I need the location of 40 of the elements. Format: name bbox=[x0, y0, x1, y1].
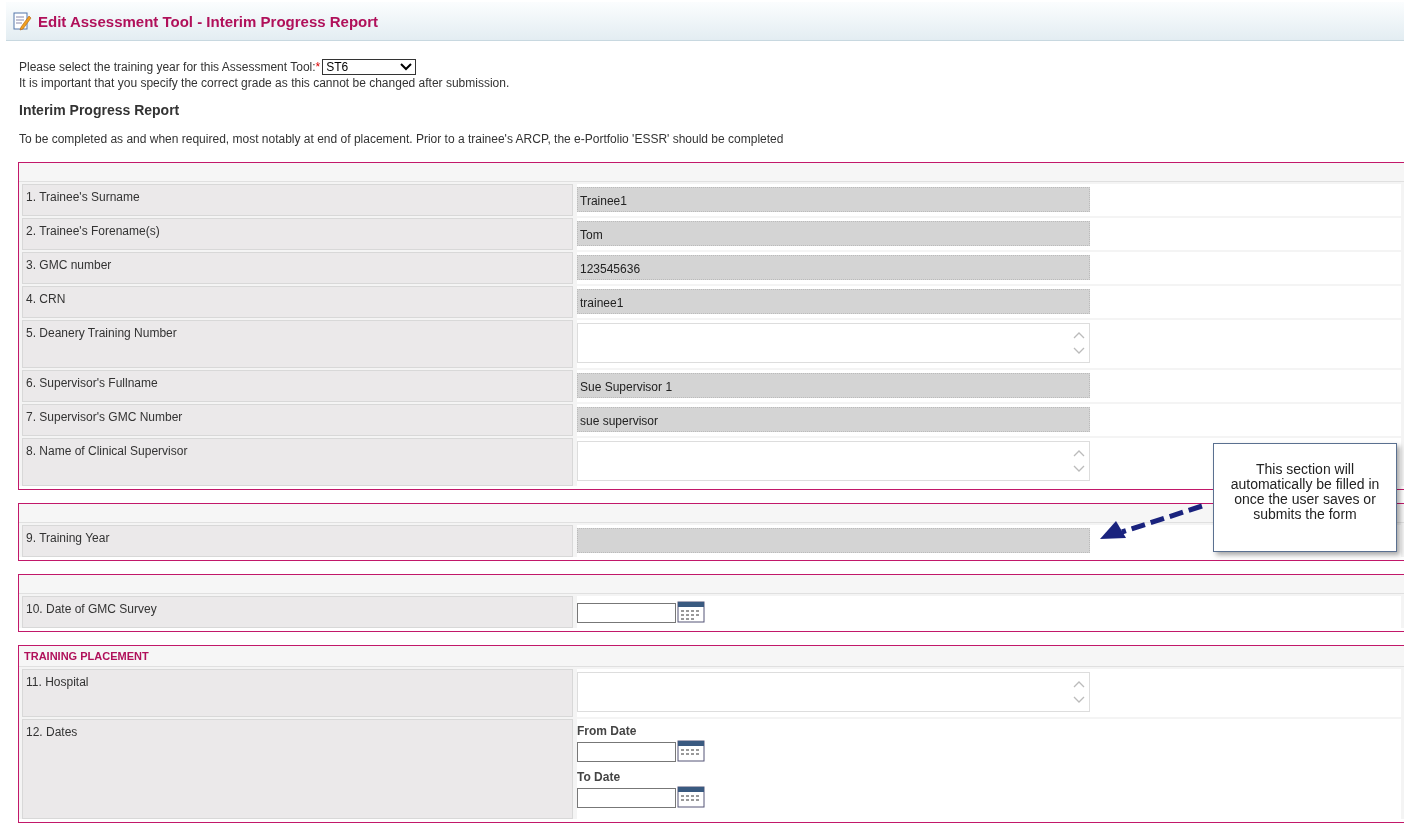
year-select[interactable]: ST6 bbox=[322, 59, 417, 75]
report-heading: Interim Progress Report bbox=[19, 102, 181, 118]
scroll-arrows-icon bbox=[1073, 448, 1085, 474]
required-mark: * bbox=[315, 60, 321, 74]
year-prompt: Please select the training year for this Assessment Tool: bbox=[19, 60, 316, 74]
readonly-field: sue supervisor bbox=[577, 407, 1090, 432]
date-field[interactable] bbox=[577, 788, 676, 808]
page-title: Edit Assessment Tool - Interim Progress Report bbox=[38, 12, 379, 30]
scroll-arrows-icon bbox=[1073, 330, 1085, 356]
field-label: 8. Name of Clinical Supervisor bbox=[22, 438, 573, 486]
field-label: 1. Trainee's Surname bbox=[22, 184, 573, 216]
callout-note: This section will automatically be filled in once the user saves or submits the form bbox=[1213, 443, 1397, 552]
scroll-arrows-icon bbox=[1073, 679, 1085, 705]
readonly-field: trainee1 bbox=[577, 289, 1090, 314]
date-field[interactable] bbox=[577, 603, 676, 623]
to-date-label: To Date bbox=[577, 770, 621, 784]
field-label: 11. Hospital bbox=[22, 669, 573, 717]
report-intro: To be completed as and when required, most notably at end of placement. Prior to a trainee's ARCP, the e-Portfolio 'ESSR' should be completed bbox=[19, 132, 785, 146]
calendar-icon[interactable] bbox=[677, 784, 705, 808]
readonly-field: Trainee1 bbox=[577, 187, 1090, 212]
chevron-down-icon bbox=[400, 63, 413, 71]
readonly-field: Sue Supervisor 1 bbox=[577, 373, 1090, 398]
field-label: 5. Deanery Training Number bbox=[22, 320, 573, 368]
readonly-field: Tom bbox=[577, 221, 1090, 246]
from-date-label: From Date bbox=[577, 724, 637, 738]
calendar-icon[interactable] bbox=[677, 599, 705, 623]
warning-note: It is important that you specify the correct grade as this cannot be changed after submission. bbox=[18, 76, 511, 90]
field-label: 10. Date of GMC Survey bbox=[22, 596, 573, 628]
readonly-field: 123545636 bbox=[577, 255, 1090, 280]
field-label: 4. CRN bbox=[22, 286, 573, 318]
edit-icon bbox=[12, 11, 32, 31]
calendar-icon[interactable] bbox=[677, 738, 705, 762]
field-label: 6. Supervisor's Fullname bbox=[22, 370, 573, 402]
field-label: 3. GMC number bbox=[22, 252, 573, 284]
field-label: 9. Training Year bbox=[22, 525, 573, 557]
date-field[interactable] bbox=[577, 742, 676, 762]
field-label: 7. Supervisor's GMC Number bbox=[22, 404, 573, 436]
section-heading: TRAINING PLACEMENT bbox=[24, 650, 149, 662]
field-label: 12. Dates bbox=[22, 719, 573, 819]
field-label: 2. Trainee's Forename(s) bbox=[22, 218, 573, 250]
